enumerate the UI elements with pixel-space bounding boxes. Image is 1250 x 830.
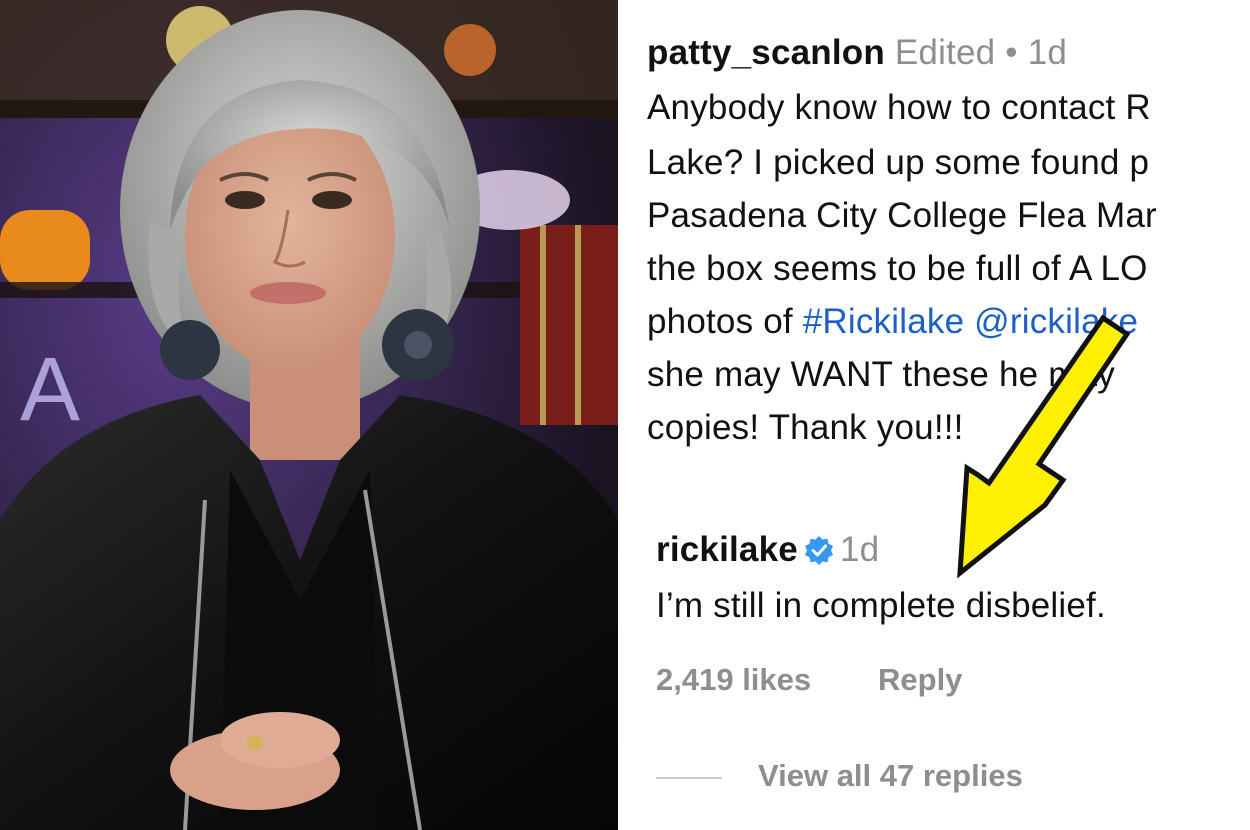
comment-username[interactable]: patty_scanlon (647, 33, 885, 72)
replies-rule (656, 777, 722, 779)
comment-line-5-text: photos of (647, 302, 803, 341)
comment-header: patty_scanlon Edited • 1d (647, 33, 1067, 73)
panel-divider (618, 0, 632, 830)
hashtag-link[interactable]: #Rickilake (803, 302, 965, 341)
celebrity-photo: A (0, 0, 618, 830)
comment-line-1: Anybody know how to contact R (647, 88, 1151, 127)
reply-username[interactable]: rickilake (656, 530, 798, 569)
comment-panel: patty_scanlon Edited • 1d Anybody know h… (632, 0, 1250, 830)
mention-link[interactable]: @rickilake (974, 302, 1138, 341)
verified-badge-icon (804, 534, 834, 574)
comment-line-6: she may WANT these he may (647, 355, 1115, 394)
reply-text: I’m still in complete disbelief. (656, 586, 1106, 625)
reply-button[interactable]: Reply (878, 662, 962, 698)
view-replies-button[interactable]: View all 47 replies (758, 758, 1023, 794)
likes-count[interactable]: 2,419 likes (656, 662, 811, 698)
comment-time: 1d (1027, 33, 1068, 72)
comment-line-7: copies! Thank you!!! (647, 408, 964, 447)
comment-line-5: photos of #Rickilake @rickilake (647, 302, 1138, 342)
edited-label: Edited (894, 33, 996, 72)
photo-illustration: A (0, 0, 618, 830)
svg-text:A: A (20, 340, 80, 440)
reply-header: rickilake 1d (656, 530, 879, 574)
comment-line-4: the box seems to be full of A LO (647, 249, 1148, 288)
reply-time: 1d (839, 530, 880, 569)
comment-line-2: Lake? I picked up some found p (647, 143, 1150, 182)
meta-separator: • (1005, 33, 1018, 72)
comment-line-3: Pasadena City College Flea Mar (647, 196, 1157, 235)
